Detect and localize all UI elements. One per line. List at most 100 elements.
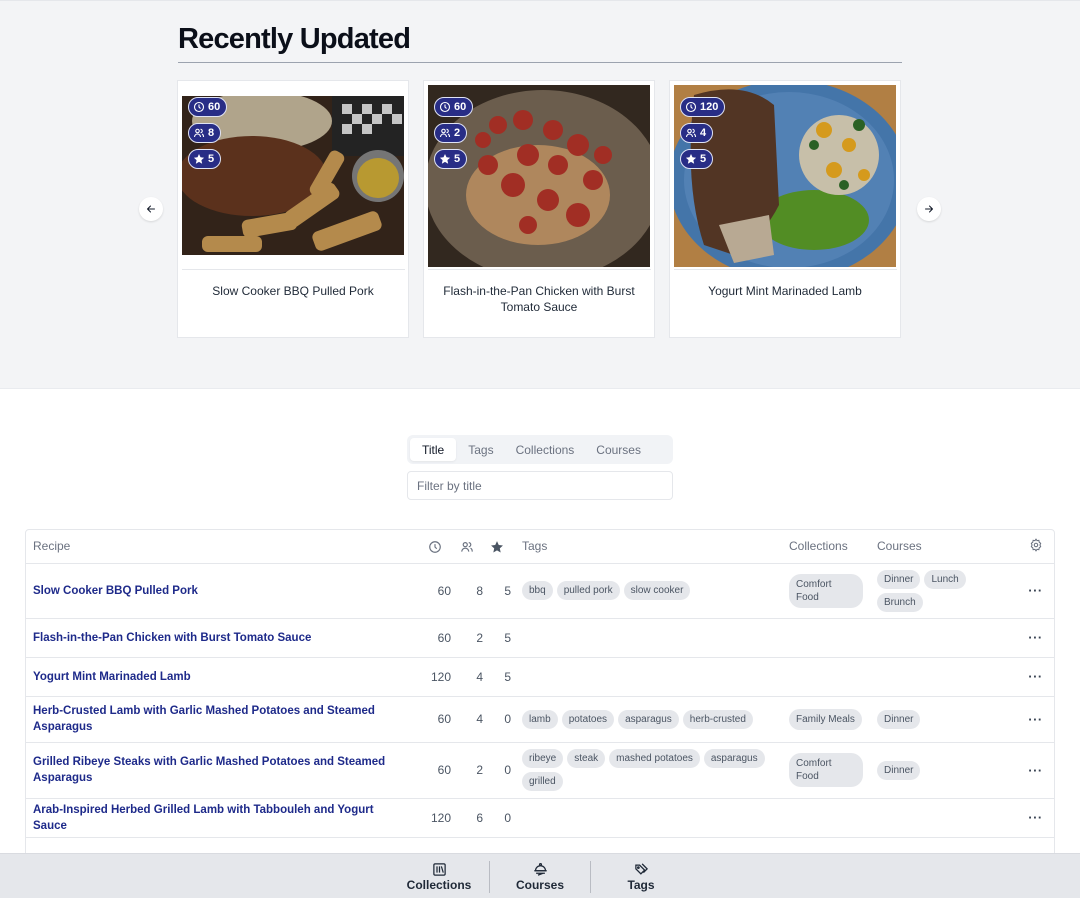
tag-pill[interactable]: herb-crusted [682, 709, 753, 729]
recipe-card[interactable]: 60 8 5 Slow Cooker BBQ Pulled Pork [177, 80, 409, 338]
collection-pill[interactable]: Family Meals [789, 708, 862, 730]
card-title[interactable]: Yogurt Mint Marinaded Lamb [680, 283, 890, 299]
collections-cell-list: Comfort Food [789, 748, 877, 792]
header-collections[interactable]: Collections [789, 530, 877, 564]
carousel-next-button[interactable] [917, 197, 941, 221]
tags-icon [634, 862, 648, 875]
course-pill[interactable]: Dinner [877, 569, 921, 589]
actions-cell: ··· [1017, 742, 1054, 799]
tags-cell [511, 798, 789, 838]
tag-pill[interactable]: lamb [522, 709, 558, 729]
recipe-link[interactable]: Slow Cooker BBQ Pulled Pork [33, 583, 419, 599]
time-cell: 60 [419, 563, 451, 619]
servings-value: 2 [454, 127, 461, 139]
course-pill[interactable]: Lunch [924, 569, 966, 589]
table-row[interactable]: Flash-in-the-Pan Chicken with Burst Toma… [26, 618, 1054, 658]
recipe-link[interactable]: Yogurt Mint Marinaded Lamb [33, 669, 419, 685]
collection-pill[interactable]: Comfort Food [789, 573, 863, 608]
header-rating[interactable] [483, 530, 511, 564]
cloche-icon [533, 862, 547, 876]
clock-icon [685, 101, 697, 113]
filter-input[interactable] [407, 471, 673, 500]
nav-courses[interactable]: Courses [490, 854, 590, 898]
tag-pill[interactable]: mashed potatoes [609, 749, 700, 768]
time-cell: 60 [419, 696, 451, 743]
tag-pill[interactable]: asparagus [618, 709, 679, 729]
table-row[interactable]: Slow Cooker BBQ Pulled Pork 60 8 5 bbq pulled… [26, 563, 1054, 619]
rating-cell: 5 [483, 563, 511, 619]
tag-pill[interactable]: pulled pork [556, 581, 620, 600]
recipe-card[interactable]: 120 4 5 Yogurt Mint Marinaded Lamb [669, 80, 901, 338]
rating-value: 5 [454, 153, 461, 165]
servings-cell: 6 [451, 798, 483, 838]
star-icon [491, 540, 503, 553]
tag-pill[interactable]: ribeye [522, 749, 564, 768]
recipe-card[interactable]: 60 2 5 Flash-in-the-Pan Chicken with Bur… [423, 80, 655, 338]
courses-cell-list: Dinner Lunch Brunch [877, 565, 972, 617]
rating-badge: 5 [434, 149, 468, 169]
table-row[interactable]: Arab-Inspired Herbed Grilled Lamb with T… [26, 798, 1054, 838]
more-actions-button[interactable]: ··· [1028, 583, 1043, 598]
tag-pill[interactable]: bbq [522, 581, 553, 600]
table-row[interactable]: Grilled Ribeye Steaks with Garlic Mashed… [26, 742, 1054, 799]
nav-tags[interactable]: Tags [591, 854, 691, 898]
users-icon [461, 541, 473, 552]
recipe-cell: Yogurt Mint Marinaded Lamb [26, 657, 419, 697]
actions-cell: ··· [1017, 563, 1054, 619]
carousel-prev-button[interactable] [139, 197, 163, 221]
collection-pill[interactable]: Comfort Food [789, 753, 863, 787]
course-pill[interactable]: Dinner [877, 709, 921, 729]
courses-cell [877, 657, 1017, 697]
recipe-link[interactable]: Arab-Inspired Herbed Grilled Lamb with T… [33, 802, 419, 834]
courses-cell: Dinner [877, 696, 1017, 743]
header-courses[interactable]: Courses [877, 530, 1017, 564]
tag-pill[interactable]: potatoes [561, 709, 615, 729]
header-recipe[interactable]: Recipe [26, 530, 419, 564]
header-time[interactable] [419, 530, 451, 564]
tags-cell-list [522, 813, 772, 823]
header-servings[interactable] [451, 530, 483, 564]
recipe-link[interactable]: Grilled Ribeye Steaks with Garlic Mashed… [33, 754, 419, 786]
tag-pill[interactable]: slow cooker [623, 581, 691, 600]
card-title[interactable]: Slow Cooker BBQ Pulled Pork [188, 283, 398, 299]
tab-tags[interactable]: Tags [458, 438, 503, 461]
time-value: 120 [700, 101, 719, 113]
collections-cell-list [789, 633, 877, 643]
collections-cell: Comfort Food [789, 563, 877, 619]
nav-collections[interactable]: Collections [389, 854, 489, 898]
tab-title[interactable]: Title [410, 438, 457, 461]
gear-icon[interactable] [1029, 537, 1043, 552]
more-actions-button[interactable]: ··· [1028, 810, 1043, 825]
tag-pill[interactable]: steak [567, 749, 606, 768]
course-pill[interactable]: Brunch [877, 592, 923, 612]
servings-badge: 8 [188, 123, 222, 143]
collections-cell-list: Comfort Food [789, 569, 877, 613]
table-row[interactable]: Herb-Crusted Lamb with Garlic Mashed Pot… [26, 696, 1054, 743]
tag-pill[interactable]: asparagus [703, 749, 765, 768]
header-settings[interactable] [1017, 530, 1054, 564]
tab-collections[interactable]: Collections [506, 438, 585, 461]
more-actions-button[interactable]: ··· [1028, 630, 1043, 645]
card-divider [428, 269, 651, 270]
tab-courses[interactable]: Courses [586, 438, 651, 461]
users-icon [439, 128, 451, 138]
servings-cell: 2 [451, 742, 483, 799]
table-row[interactable]: Yogurt Mint Marinaded Lamb 120 4 5 ··· [26, 657, 1054, 697]
recipe-link[interactable]: Flash-in-the-Pan Chicken with Burst Toma… [33, 630, 419, 646]
more-actions-button[interactable]: ··· [1028, 669, 1043, 684]
actions-cell: ··· [1017, 618, 1054, 658]
card-title[interactable]: Flash-in-the-Pan Chicken with Burst Toma… [434, 283, 644, 315]
courses-cell: Dinner Lunch Brunch [877, 563, 1017, 619]
time-cell: 120 [419, 657, 451, 697]
more-actions-button[interactable]: ··· [1028, 763, 1043, 778]
recipe-link[interactable]: Herb-Crusted Lamb with Garlic Mashed Pot… [33, 703, 419, 735]
more-actions-button[interactable]: ··· [1028, 712, 1043, 727]
tag-pill[interactable]: grilled [522, 772, 563, 791]
card-divider [674, 269, 897, 270]
time-value: 60 [454, 101, 467, 113]
actions-cell: ··· [1017, 798, 1054, 838]
courses-cell: Dinner [877, 742, 1017, 799]
course-pill[interactable]: Dinner [877, 760, 921, 780]
courses-cell [877, 618, 1017, 658]
header-tags[interactable]: Tags [511, 530, 789, 564]
